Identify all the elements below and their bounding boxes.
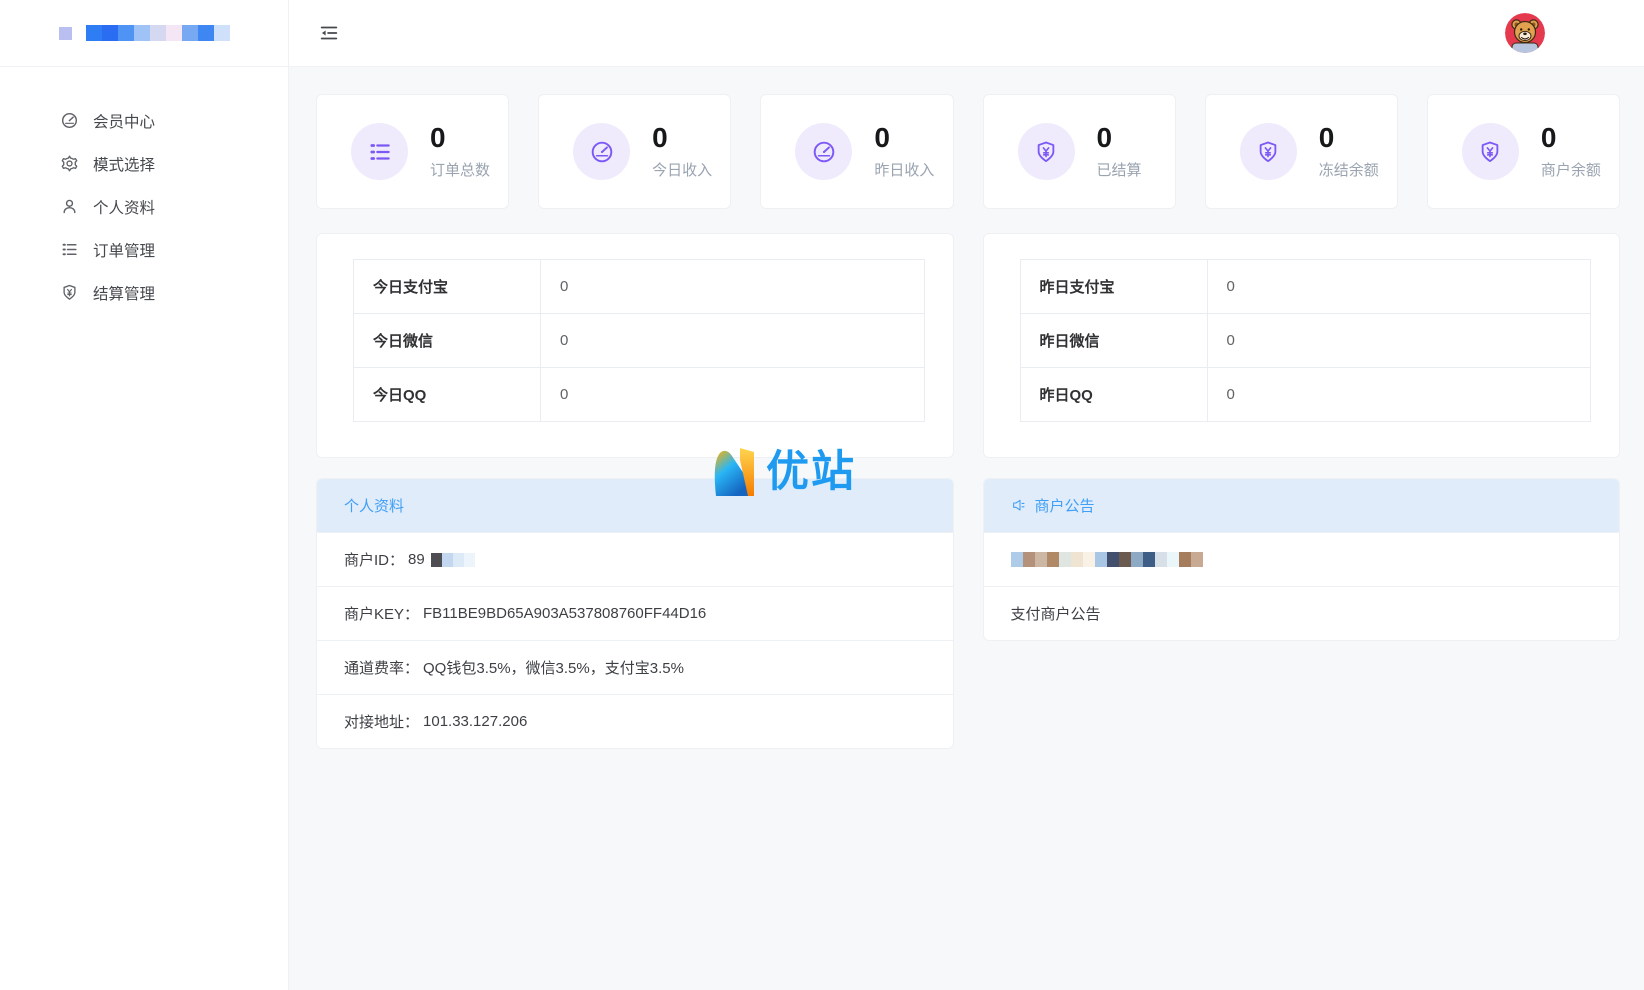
row-label: 今日支付宝 (354, 260, 541, 314)
sidebar-item-label: 结算管理 (93, 282, 155, 304)
brand-logo (0, 0, 288, 67)
merchant-id-value: 89 (408, 551, 425, 568)
stat-card-merchant-balance: 0 商户余额 (1427, 94, 1620, 209)
stat-card-total-orders: 0 订单总数 (316, 94, 509, 209)
panel-title: 个人资料 (344, 495, 404, 516)
row-value: 0 (1207, 368, 1591, 422)
profile-panel-header: 个人资料 (317, 479, 953, 532)
stat-card-frozen-balance: 0 冻结余额 (1205, 94, 1398, 209)
sidebar-item-mode-select[interactable]: 模式选择 (0, 142, 288, 185)
list-item: 对接地址：101.33.127.206 (317, 694, 953, 748)
sidebar-item-profile[interactable]: 个人资料 (0, 185, 288, 228)
sidebar-item-settlement[interactable]: 结算管理 (0, 271, 288, 314)
stat-value: 0 (1319, 123, 1379, 152)
sidebar-item-label: 模式选择 (93, 153, 155, 175)
dashboard-content: 0 订单总数 0 今日收入 0 昨日收入 (289, 67, 1644, 990)
list-item: 通道费率：QQ钱包3.5%，微信3.5%，支付宝3.5% (317, 640, 953, 694)
main-area: 0 订单总数 0 今日收入 0 昨日收入 (289, 0, 1644, 990)
shield-yen-icon (1018, 123, 1075, 180)
sidebar-item-label: 个人资料 (93, 196, 155, 218)
sidebar-item-orders[interactable]: 订单管理 (0, 228, 288, 271)
notice-body: 支付商户公告 (984, 586, 1620, 640)
row-label: 昨日支付宝 (1020, 260, 1207, 314)
stat-card-today-income: 0 今日收入 (538, 94, 731, 209)
field-label: 商户KEY： (344, 603, 419, 624)
merchant-key-value: FB11BE9BD65A903A537808760FF44D16 (423, 605, 706, 622)
stat-value: 0 (1097, 123, 1142, 152)
row-label: 今日QQ (354, 368, 541, 422)
bear-avatar-image (1505, 13, 1545, 53)
today-stats-card: 今日支付宝 0 今日微信 0 今日QQ 0 (316, 233, 954, 458)
stat-value: 0 (430, 123, 490, 152)
user-icon (60, 197, 79, 216)
yesterday-stats-table: 昨日支付宝 0 昨日微信 0 昨日QQ 0 (1020, 259, 1592, 422)
stat-label: 昨日收入 (874, 159, 934, 180)
table-row: 昨日QQ 0 (1020, 368, 1591, 422)
row-value: 0 (1207, 314, 1591, 368)
row-value: 0 (1207, 260, 1591, 314)
table-row: 昨日支付宝 0 (1020, 260, 1591, 314)
fold-icon (318, 22, 340, 44)
notice-panel-header: 商户公告 (984, 479, 1620, 532)
avatar[interactable] (1505, 13, 1545, 53)
row-value: 0 (541, 368, 925, 422)
stat-label: 今日收入 (652, 159, 712, 180)
tables-row: 今日支付宝 0 今日微信 0 今日QQ 0 (316, 233, 1620, 458)
row-label: 今日微信 (354, 314, 541, 368)
notice-redacted-pixels (1011, 552, 1203, 567)
list-item: 商户ID：89 (317, 532, 953, 586)
sidebar-item-label: 订单管理 (93, 239, 155, 261)
row-value: 0 (541, 260, 925, 314)
ordered-list-icon (351, 123, 408, 180)
field-label: 通道费率： (344, 657, 419, 678)
table-row: 今日QQ 0 (354, 368, 925, 422)
list-item: 商户KEY：FB11BE9BD65A903A537808760FF44D16 (317, 586, 953, 640)
stat-label: 商户余额 (1541, 159, 1601, 180)
panel-title: 商户公告 (1035, 495, 1095, 516)
row-label: 昨日微信 (1020, 314, 1207, 368)
stat-value: 0 (1541, 123, 1601, 152)
row-value: 0 (541, 314, 925, 368)
ordered-list-icon (60, 240, 79, 259)
stat-label: 冻结余额 (1319, 159, 1379, 180)
stat-value: 0 (652, 123, 712, 152)
today-stats-table: 今日支付宝 0 今日微信 0 今日QQ 0 (353, 259, 925, 422)
speaker-icon (1011, 498, 1027, 514)
stat-value: 0 (874, 123, 934, 152)
gauge-icon (573, 123, 630, 180)
profile-panel: 个人资料 商户ID：89 商户KEY：FB11BE9BD65A903A53780… (316, 478, 954, 749)
stats-row: 0 订单总数 0 今日收入 0 昨日收入 (316, 94, 1620, 209)
field-label: 对接地址： (344, 711, 419, 732)
field-label: 商户ID： (344, 549, 404, 570)
app-root: 会员中心 模式选择 个人资料 订单管理 结算管理 (0, 0, 1644, 990)
panels-row: 个人资料 商户ID：89 商户KEY：FB11BE9BD65A903A53780… (316, 478, 1620, 749)
channel-rate-value: QQ钱包3.5%，微信3.5%，支付宝3.5% (423, 657, 684, 678)
sidebar-menu: 会员中心 模式选择 个人资料 订单管理 结算管理 (0, 67, 288, 314)
gear-icon (60, 154, 79, 173)
stat-card-yesterday-income: 0 昨日收入 (760, 94, 953, 209)
brand-logo-redacted-pixels (59, 25, 230, 41)
api-address-value: 101.33.127.206 (423, 713, 527, 730)
sidebar-item-label: 会员中心 (93, 110, 155, 132)
sidebar-item-member-center[interactable]: 会员中心 (0, 99, 288, 142)
shield-yen-icon (1462, 123, 1519, 180)
sidebar: 会员中心 模式选择 个人资料 订单管理 结算管理 (0, 0, 289, 990)
yesterday-stats-card: 昨日支付宝 0 昨日微信 0 昨日QQ 0 (983, 233, 1621, 458)
gauge-icon (795, 123, 852, 180)
topbar (289, 0, 1644, 67)
stat-label: 订单总数 (430, 159, 490, 180)
sidebar-collapse-button[interactable] (318, 22, 340, 44)
gauge-icon (60, 111, 79, 130)
shield-yen-icon (60, 283, 79, 302)
table-row: 今日微信 0 (354, 314, 925, 368)
stat-card-settled: 0 已结算 (983, 94, 1176, 209)
row-label: 昨日QQ (1020, 368, 1207, 422)
merchant-id-redacted-pixels (431, 553, 475, 567)
shield-yen-icon (1240, 123, 1297, 180)
notice-panel: 商户公告 支付商户公告 (983, 478, 1621, 641)
table-row: 今日支付宝 0 (354, 260, 925, 314)
table-row: 昨日微信 0 (1020, 314, 1591, 368)
stat-label: 已结算 (1097, 159, 1142, 180)
notice-redacted-line (984, 532, 1620, 586)
